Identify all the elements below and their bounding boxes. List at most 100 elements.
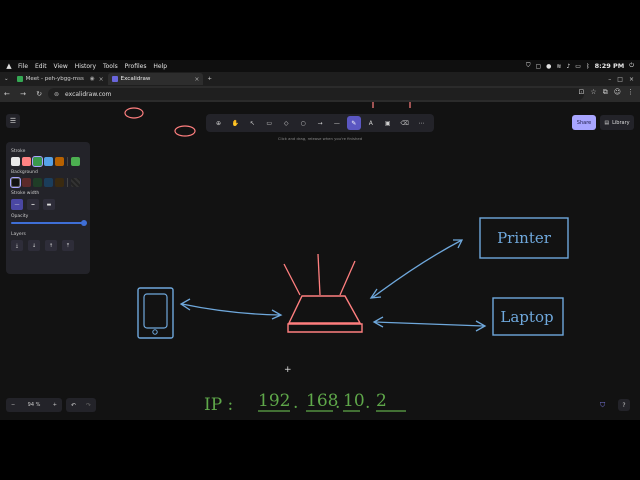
- stroke-extra-bold-button[interactable]: ▬: [43, 199, 55, 210]
- clock[interactable]: 8:29 PM: [595, 62, 625, 70]
- shield-tray-icon[interactable]: ⛉: [526, 62, 531, 70]
- encryption-shield-icon[interactable]: ⛉: [600, 401, 605, 410]
- stroke-bold-button[interactable]: ━: [27, 199, 39, 210]
- main-menu-button[interactable]: ☰: [6, 114, 20, 128]
- maximize-icon[interactable]: □: [617, 76, 623, 83]
- close-icon[interactable]: ×: [99, 76, 104, 83]
- menu-profiles[interactable]: Profiles: [125, 63, 147, 70]
- diamond-tool-icon[interactable]: ◇: [279, 116, 293, 130]
- hand-tool-icon[interactable]: ✋: [228, 116, 242, 130]
- zoom-in-button[interactable]: +: [53, 402, 57, 408]
- zoom-level[interactable]: 94 %: [28, 402, 41, 408]
- install-app-icon[interactable]: ⊡: [579, 88, 585, 97]
- close-window-icon[interactable]: ×: [629, 76, 634, 83]
- bluetooth-icon[interactable]: ᛒ: [586, 63, 590, 70]
- background-color-swatch-selected[interactable]: [10, 177, 21, 188]
- arrow-tool-icon[interactable]: →: [313, 116, 327, 130]
- share-button[interactable]: Share: [572, 115, 596, 130]
- background-label: Background: [11, 170, 38, 175]
- close-icon[interactable]: ×: [194, 76, 199, 83]
- router-base: [287, 323, 363, 333]
- drawing-canvas[interactable]: Printer Laptop IP : 192 . 168 . 10 . 2: [0, 102, 640, 420]
- router-antenna-right: [339, 260, 356, 296]
- laptop-label: Laptop: [500, 308, 553, 326]
- rectangle-tool-icon[interactable]: ▭: [262, 116, 276, 130]
- library-icon: ▤: [604, 119, 610, 126]
- ip-octet-1: 192: [258, 391, 290, 411]
- stroke-color-swatch[interactable]: [11, 157, 20, 166]
- phone-button: [152, 329, 158, 335]
- wifi-icon[interactable]: ≋: [556, 63, 561, 70]
- send-to-back-icon[interactable]: ⤓: [11, 240, 23, 251]
- arrow-phone-router: [181, 303, 281, 316]
- tab-title: Excalidraw: [120, 76, 151, 82]
- more-menu-icon[interactable]: ⋮: [627, 88, 634, 97]
- record-tray-icon[interactable]: ●: [546, 63, 551, 70]
- menu-file[interactable]: File: [18, 63, 28, 70]
- background-color-swatch[interactable]: [33, 178, 42, 187]
- stroke-color-swatch[interactable]: [22, 157, 31, 166]
- eraser-tool-icon[interactable]: ⌫: [398, 116, 412, 130]
- menu-help[interactable]: Help: [153, 63, 167, 70]
- menu-view[interactable]: View: [54, 63, 68, 70]
- tab-meet[interactable]: Meet - peh-ybgg-mss ◉ ×: [13, 73, 108, 85]
- stroke-width-options: — ━ ▬: [11, 199, 85, 210]
- background-color-swatch[interactable]: [44, 178, 53, 187]
- phone-body: [137, 287, 174, 339]
- extensions-icon[interactable]: ⧉: [603, 88, 608, 97]
- bookmark-star-icon[interactable]: ☆: [590, 88, 596, 97]
- zoom-out-button[interactable]: −: [11, 402, 15, 408]
- draw-tool-icon[interactable]: ✎: [346, 116, 361, 130]
- image-tool-icon[interactable]: ▣: [381, 116, 395, 130]
- bring-to-front-icon[interactable]: ⤒: [62, 240, 74, 251]
- letterbox-top: [0, 0, 640, 60]
- send-backward-icon[interactable]: ↓: [28, 240, 40, 251]
- router-antenna-left: [283, 263, 301, 296]
- reload-icon[interactable]: ↻: [36, 90, 42, 98]
- profile-icon[interactable]: ☺: [614, 88, 621, 97]
- stroke-thin-button[interactable]: —: [11, 199, 23, 210]
- new-tab-button[interactable]: +: [203, 73, 216, 85]
- selection-tool-icon[interactable]: ↖: [245, 116, 259, 130]
- help-button[interactable]: ?: [618, 399, 630, 411]
- library-button[interactable]: ▤ Library: [600, 115, 634, 130]
- line-tool-icon[interactable]: —: [330, 116, 344, 130]
- lock-tool-icon[interactable]: ⊕: [211, 116, 225, 130]
- menu-edit[interactable]: Edit: [35, 63, 47, 70]
- menu-history[interactable]: History: [75, 63, 96, 70]
- background-color-swatch[interactable]: [22, 178, 31, 187]
- window-controls: – □ ×: [608, 76, 640, 83]
- menu-tools[interactable]: Tools: [103, 63, 118, 70]
- stroke-color-swatch[interactable]: [44, 157, 53, 166]
- redo-icon[interactable]: ↷: [86, 402, 91, 409]
- bring-forward-icon[interactable]: ↑: [45, 240, 57, 251]
- chat-tray-icon[interactable]: ▢: [536, 63, 542, 70]
- os-menu-bar: ▲ File Edit View History Tools Profiles …: [0, 60, 640, 72]
- address-bar[interactable]: ⊚ excalidraw.com: [48, 88, 584, 100]
- tab-excalidraw[interactable]: Excalidraw ×: [107, 73, 204, 85]
- minimize-icon[interactable]: –: [608, 76, 611, 83]
- power-icon[interactable]: ⏻: [629, 62, 634, 70]
- background-color-swatch[interactable]: [55, 178, 64, 187]
- opacity-slider[interactable]: [11, 220, 87, 226]
- site-info-icon[interactable]: ⊚: [54, 91, 59, 98]
- audio-icon[interactable]: ◉: [90, 76, 95, 82]
- history-controls: ↶ ↷: [66, 398, 96, 412]
- more-tools-icon[interactable]: ⋯: [415, 116, 429, 130]
- current-stroke-color[interactable]: [71, 157, 80, 166]
- tab-list-button[interactable]: ⌄: [0, 73, 13, 85]
- router-antenna-middle: [317, 253, 321, 296]
- opacity-slider-handle[interactable]: [81, 220, 87, 226]
- system-logo-icon[interactable]: ▲: [4, 62, 14, 70]
- volume-icon[interactable]: ♪: [566, 63, 570, 70]
- undo-icon[interactable]: ↶: [71, 402, 76, 409]
- ip-dot: .: [293, 393, 298, 413]
- transparent-swatch[interactable]: [71, 178, 80, 187]
- stroke-color-swatch[interactable]: [55, 157, 64, 166]
- ellipse-tool-icon[interactable]: ○: [296, 116, 310, 130]
- text-tool-icon[interactable]: A: [364, 116, 378, 130]
- back-icon[interactable]: ←: [4, 90, 10, 98]
- forward-icon[interactable]: →: [20, 90, 26, 98]
- stroke-color-swatch-selected[interactable]: [32, 156, 43, 167]
- battery-icon[interactable]: ▭: [575, 63, 581, 70]
